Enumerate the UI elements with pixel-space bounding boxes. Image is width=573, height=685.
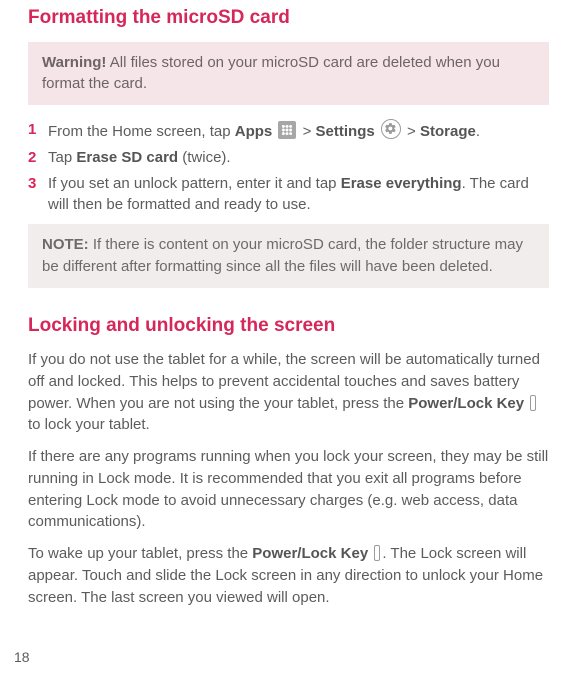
p-text: to lock your tablet.	[28, 416, 150, 433]
sep: >	[403, 123, 420, 140]
apps-icon	[278, 121, 296, 139]
apps-label: Apps	[235, 123, 273, 140]
step-text: If you set an unlock pattern, enter it a…	[48, 175, 341, 192]
page-number: 18	[14, 647, 30, 667]
note-text: If there is content on your microSD card…	[42, 236, 523, 275]
power-key-icon	[374, 545, 380, 561]
paragraph-wake: To wake up your tablet, press the Power/…	[28, 543, 549, 608]
power-lock-key-label: Power/Lock Key	[408, 395, 524, 412]
warning-label: Warning!	[42, 54, 106, 71]
gear-icon	[381, 119, 401, 139]
warning-text: All files stored on your microSD card ar…	[42, 54, 500, 93]
p-text: To wake up your tablet, press the	[28, 545, 252, 562]
note-label: NOTE:	[42, 236, 89, 253]
settings-label: Settings	[316, 123, 375, 140]
step-text: From the Home screen, tap	[48, 123, 235, 140]
step-2: Tap Erase SD card (twice).	[28, 147, 549, 169]
power-key-icon	[530, 395, 536, 411]
steps-list: From the Home screen, tap Apps > Setting…	[28, 119, 549, 216]
power-lock-key-label: Power/Lock Key	[252, 545, 368, 562]
note-box: NOTE: If there is content on your microS…	[28, 224, 549, 288]
sep: >	[298, 123, 315, 140]
erase-everything-label: Erase everything	[341, 175, 462, 192]
step-text: (twice).	[178, 149, 231, 166]
warning-box: Warning! All files stored on your microS…	[28, 42, 549, 106]
paragraph-lock-programs: If there are any programs running when y…	[28, 446, 549, 533]
step-1: From the Home screen, tap Apps > Setting…	[28, 119, 549, 143]
storage-label: Storage	[420, 123, 476, 140]
section-title-locking: Locking and unlocking the screen	[28, 312, 549, 340]
step-3: If you set an unlock pattern, enter it a…	[28, 173, 549, 217]
section-title-formatting: Formatting the microSD card	[28, 4, 549, 32]
erase-sd-label: Erase SD card	[76, 149, 178, 166]
step-end: .	[476, 123, 480, 140]
paragraph-lock-intro: If you do not use the tablet for a while…	[28, 349, 549, 436]
step-text: Tap	[48, 149, 76, 166]
